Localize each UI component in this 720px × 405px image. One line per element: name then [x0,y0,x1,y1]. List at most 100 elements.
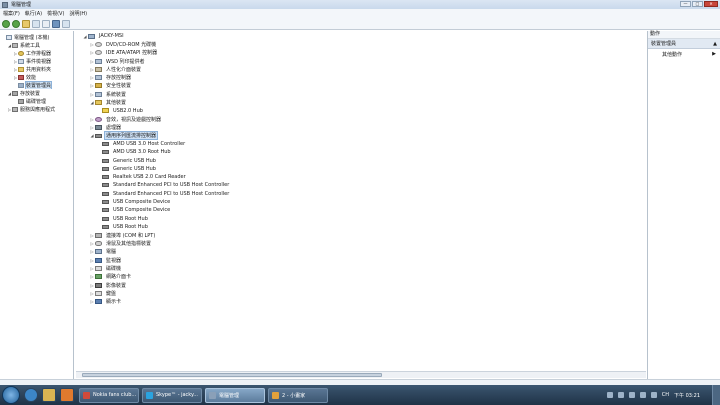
device-node[interactable]: ▷ 電腦 [76,248,646,256]
actions-section-device-manager[interactable]: 裝置管理員 ▲ [648,39,720,49]
menu-view[interactable]: 檢視(V) [47,10,64,17]
network-icon[interactable] [639,392,646,398]
device-node[interactable]: ▷ 音效，視訊及遊戲控制器 [76,115,646,123]
tray-icon[interactable] [628,392,635,398]
tray-icon[interactable] [606,392,613,398]
device-node[interactable]: USB Root Hub [76,223,646,231]
tree-node[interactable]: ◢ 存放裝置 [0,89,73,97]
more-actions-item[interactable]: 其他動作 ▶ [648,49,720,59]
device-node[interactable]: ▷ DVD/CD-ROM 光碟機 [76,40,646,48]
taskbar-button[interactable]: Skype™ - jacky... [142,387,202,403]
minimize-button[interactable]: — [680,1,691,7]
device-node[interactable]: ▷ WSD 列印提供者 [76,57,646,65]
cd-icon [95,50,102,56]
app-icon [209,391,216,399]
horizontal-scrollbar[interactable] [76,371,646,378]
node-label: USB Composite Device [113,199,171,206]
close-button[interactable]: ✕ [704,1,718,7]
help-icon[interactable] [52,19,60,28]
device-node[interactable]: AMD USB 3.0 Host Controller [76,140,646,148]
device-node[interactable]: ▷ 存放控制器 [76,73,646,81]
node-label: Standard Enhanced PCI to USB Host Contro… [113,182,230,189]
submenu-arrow-icon: ▶ [712,51,716,57]
maximize-button[interactable]: □ [692,1,703,7]
device-node[interactable]: ▷ 顯示卡 [76,298,646,306]
device-node[interactable]: Generic USB Hub [76,165,646,173]
device-node[interactable]: ▷ 網路介面卡 [76,273,646,281]
computer-management-icon [6,34,12,40]
taskbar-button-label: 2 - 小畫家 [282,392,306,399]
forward-arrow-icon[interactable] [12,19,20,28]
device-node[interactable]: ◢ 其他裝置 [76,98,646,106]
tree-node[interactable]: 裝置管理員 [0,81,73,89]
properties-icon[interactable] [42,19,50,28]
app-icon [146,391,153,399]
taskbar-button-label: 電腦管理 [219,392,240,399]
device-node[interactable]: Realtek USB 2.0 Card Reader [76,173,646,181]
menu-help[interactable]: 說明(H) [69,10,87,17]
node-label: 人性化介面裝置 [106,66,142,73]
device-node[interactable]: ◢ 通用序列匯流排控制器 [76,131,646,141]
device-node[interactable]: Generic USB Hub [76,156,646,164]
start-button[interactable] [2,386,20,404]
tray-icon[interactable] [617,392,624,398]
volume-icon[interactable] [650,392,657,398]
device-node[interactable]: USB Composite Device [76,198,646,206]
menu-action[interactable]: 執行(A) [25,10,42,17]
device-node[interactable]: ▷ 影像裝置 [76,281,646,289]
device-node[interactable]: Standard Enhanced PCI to USB Host Contro… [76,181,646,189]
device-node[interactable]: ▷ IDE ATA/ATAPI 控制器 [76,49,646,57]
device-node[interactable]: ▷ 系統裝置 [76,90,646,98]
up-folder-icon[interactable] [22,19,30,28]
pc-icon [95,249,102,255]
scrollbar-thumb[interactable] [82,373,382,377]
device-node[interactable]: ▷ 人性化介面裝置 [76,65,646,73]
device-node[interactable]: USB Composite Device [76,206,646,214]
view-icon[interactable] [62,19,70,28]
device-node[interactable]: USB2.0 Hub [76,107,646,115]
clock-icon [18,50,24,56]
internet-explorer-icon[interactable] [24,388,38,402]
device-node[interactable]: ▷ 監視器 [76,256,646,264]
device-node[interactable]: ◢ JACKY-MSI [76,32,646,40]
collapse-icon[interactable]: ▲ [713,41,717,47]
media-player-icon[interactable] [60,388,74,402]
taskbar-button[interactable]: 2 - 小畫家 [268,387,328,403]
tree-node[interactable]: ▷ 工作排程器 [0,49,73,57]
device-node[interactable]: ▷ 連接埠 (COM 和 LPT) [76,231,646,239]
device-node[interactable]: USB Root Hub [76,215,646,223]
clock[interactable]: 下午 03:21 [674,392,700,399]
node-label: USB Root Hub [113,223,148,230]
explorer-icon[interactable] [42,388,56,402]
device-node[interactable]: AMD USB 3.0 Root Hub [76,148,646,156]
tree-node[interactable]: 磁碟管理 [0,97,73,105]
device-node[interactable]: ▷ 鍵盤 [76,289,646,297]
node-label: 監視器 [106,257,122,264]
device-node[interactable]: ▷ 處理器 [76,123,646,131]
device-node[interactable]: ▷ 安全性裝置 [76,82,646,90]
tree-node[interactable]: ◢ 系統工具 [0,41,73,49]
back-arrow-icon[interactable] [2,19,10,28]
show-desktop-button[interactable] [712,385,720,405]
usb-icon [95,133,102,138]
show-hide-tree-icon[interactable] [32,19,40,28]
device-node[interactable]: ▷ 滑鼠及其他指標裝置 [76,239,646,247]
cd-icon [95,41,102,47]
menu-file[interactable]: 檔案(F) [3,10,20,17]
taskbar-button[interactable]: 電腦管理 [205,387,265,403]
input-language[interactable]: CH [662,392,669,398]
tree-node[interactable]: ▷ 共用資料夾 [0,65,73,73]
console-tree: 電腦管理 (本機) ◢ 系統工具 ▷ 工作排程器 ▷ 事件檢視器 ▷ 共用資料夾 ▷ 效能 裝置管理員… [0,31,74,379]
device-node[interactable]: ▷ 磁碟機 [76,264,646,272]
toolbar [0,18,720,30]
tree-node[interactable]: 電腦管理 (本機) [0,33,73,41]
tree-node[interactable]: ▷ 事件檢視器 [0,57,73,65]
system-tray: CH 下午 03:21 [606,385,700,405]
taskbar-button[interactable]: Nokia fans club... [79,387,139,403]
device-node[interactable]: Standard Enhanced PCI to USB Host Contro… [76,190,646,198]
actions-section-label: 裝置管理員 [651,41,677,47]
tree-node[interactable]: ▷ 效能 [0,73,73,81]
tree-node[interactable]: ▷ 服務與應用程式 [0,105,73,113]
node-label: 事件檢視器 [26,58,52,65]
node-label: 工作排程器 [26,50,52,57]
